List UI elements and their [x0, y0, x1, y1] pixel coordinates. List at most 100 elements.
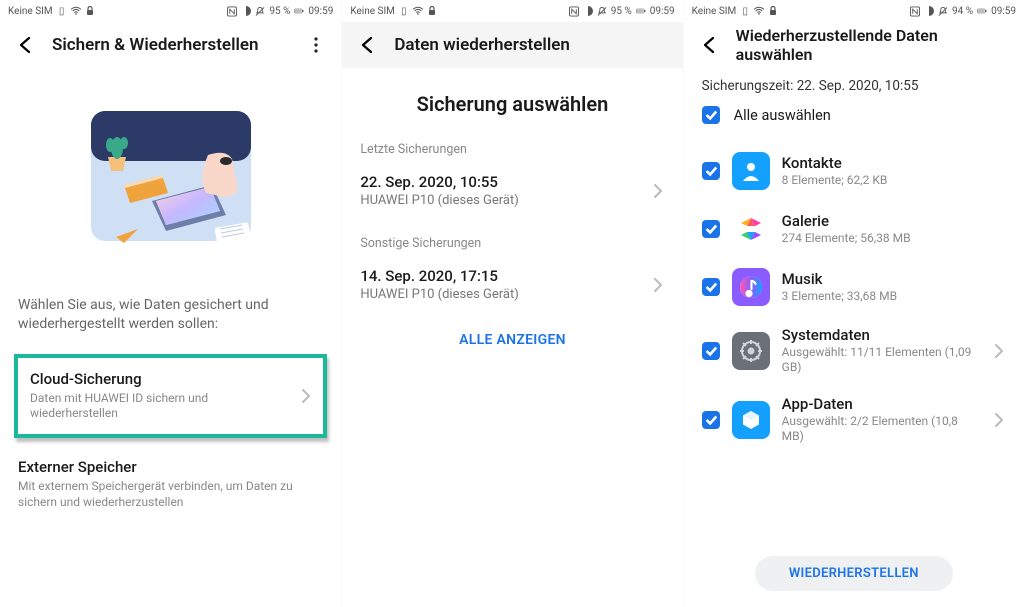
checkbox-icon [702, 278, 720, 296]
lock-icon [427, 6, 437, 16]
gallery-icon [732, 210, 770, 248]
clock-time: 09:59 [650, 6, 675, 17]
backup-row-other[interactable]: 14. Sep. 2020, 17:15 HUAWEI P10 (dieses … [342, 255, 682, 314]
battery-pct: 95 % [269, 6, 290, 17]
status-bar: Keine SIM ▯ 95 % 09:59 [0, 0, 341, 22]
battery-icon [977, 6, 987, 16]
mute-icon [255, 6, 265, 16]
status-bar: Keine SIM ▯ 94 % 09:59 [684, 0, 1024, 22]
item-meta: Ausgewählt: 11/11 Elementen (1,09 GB) [782, 345, 980, 375]
backup-timestamp: Sicherungszeit: 22. Sep. 2020, 10:55 [702, 78, 1006, 94]
recent-backups-label: Letzte Sicherungen [342, 138, 682, 161]
wifi-icon [71, 6, 81, 16]
wifi-icon [413, 6, 423, 16]
nfc-icon [910, 6, 920, 16]
settings-icon [732, 332, 770, 370]
nfc-icon [227, 6, 237, 16]
page-title: Sichern & Wiederherstellen [52, 35, 289, 55]
item-meta: Ausgewählt: 2/2 Elementen (10,8 MB) [782, 414, 980, 444]
clock-time: 09:59 [991, 6, 1016, 17]
page-title: Daten wiederherstellen [394, 35, 668, 55]
dnd-icon [241, 6, 251, 16]
appdata-icon [732, 401, 770, 439]
checkbox-icon [702, 162, 720, 180]
back-button[interactable] [14, 34, 36, 56]
restore-button-wrap: WIEDERHERSTELLEN [684, 544, 1024, 607]
contacts-icon [732, 152, 770, 190]
cloud-backup-title: Cloud-Sicherung [30, 370, 291, 388]
chevron-right-icon [992, 344, 1006, 358]
panel-restore-data: Keine SIM ▯ 95 % 09:59 Daten wiederherst… [341, 0, 682, 607]
backup-device: HUAWEI P10 (dieses Gerät) [360, 287, 650, 302]
item-meta: 274 Elemente; 56,38 MB [782, 231, 1006, 246]
header-select-data: Wiederherzustellende Daten auswählen [684, 22, 1024, 68]
back-button[interactable] [698, 34, 720, 56]
restore-button[interactable]: WIEDERHERSTELLEN [755, 556, 953, 591]
status-bar: Keine SIM ▯ 95 % 09:59 [342, 0, 682, 22]
battery-icon [636, 6, 646, 16]
battery-pct: 95 % [611, 6, 632, 17]
lock-icon [85, 6, 95, 16]
checkbox-icon [702, 342, 720, 360]
dnd-icon [583, 6, 593, 16]
cloud-backup-option[interactable]: Cloud-Sicherung Daten mit HUAWEI ID sich… [14, 354, 327, 438]
battery-icon [294, 6, 304, 16]
external-storage-sub: Mit externem Speichergerät verbinden, um… [18, 479, 323, 510]
external-storage-option[interactable]: Externer Speicher Mit externem Speicherg… [16, 448, 325, 520]
item-name: Systemdaten [782, 326, 980, 344]
other-backups-label: Sonstige Sicherungen [342, 232, 682, 255]
item-music[interactable]: Musik 3 Elemente; 33,68 MB [702, 258, 1006, 316]
sim-status: Keine SIM [8, 6, 53, 17]
chevron-right-icon [992, 413, 1006, 427]
mute-icon [597, 6, 607, 16]
item-name: App-Daten [782, 395, 980, 413]
item-name: Kontakte [782, 154, 1006, 172]
sim-icon: ▯ [740, 6, 750, 16]
lock-icon [768, 6, 778, 16]
backup-date: 22. Sep. 2020, 10:55 [360, 173, 650, 191]
item-gallery[interactable]: Galerie 274 Elemente; 56,38 MB [702, 200, 1006, 258]
select-all-checkbox[interactable]: Alle auswählen [702, 106, 1006, 124]
select-backup-heading: Sicherung auswählen [342, 68, 682, 138]
dnd-icon [924, 6, 934, 16]
sim-status: Keine SIM [692, 6, 737, 17]
backup-date: 14. Sep. 2020, 17:15 [360, 267, 650, 285]
item-meta: 3 Elemente; 33,68 MB [782, 289, 1006, 304]
item-meta: 8 Elemente; 62,2 KB [782, 173, 1006, 188]
music-icon [732, 268, 770, 306]
checkbox-icon [702, 411, 720, 429]
chevron-right-icon [651, 184, 665, 198]
item-contacts[interactable]: Kontakte 8 Elemente; 62,2 KB [702, 142, 1006, 200]
sim-icon: ▯ [57, 6, 67, 16]
back-button[interactable] [356, 34, 378, 56]
sim-status: Keine SIM [350, 6, 395, 17]
header-backup-restore: Sichern & Wiederherstellen [0, 22, 341, 68]
prompt-text: Wählen Sie aus, wie Daten gesichert und … [0, 296, 341, 334]
wifi-icon [754, 6, 764, 16]
chevron-right-icon [299, 389, 313, 403]
nfc-icon [569, 6, 579, 16]
mute-icon [938, 6, 948, 16]
cloud-backup-sub: Daten mit HUAWEI ID sichern und wiederhe… [30, 391, 291, 422]
select-all-label: Alle auswählen [734, 107, 831, 124]
overflow-menu-button[interactable] [305, 34, 327, 56]
chevron-right-icon [651, 278, 665, 292]
sim-icon: ▯ [399, 6, 409, 16]
show-all-button[interactable]: ALLE ANZEIGEN [342, 314, 682, 366]
backup-device: HUAWEI P10 (dieses Gerät) [360, 193, 650, 208]
panel-backup-restore: Keine SIM ▯ 95 % 09:59 Sichern & Wiederh… [0, 0, 341, 607]
item-name: Musik [782, 270, 1006, 288]
checkbox-icon [702, 220, 720, 238]
item-systemdata[interactable]: Systemdaten Ausgewählt: 11/11 Elementen … [702, 316, 1006, 385]
header-restore-data: Daten wiederherstellen [342, 22, 682, 68]
clock-time: 09:59 [308, 6, 333, 17]
item-appdata[interactable]: App-Daten Ausgewählt: 2/2 Elementen (10,… [702, 385, 1006, 454]
external-storage-title: Externer Speicher [18, 458, 323, 476]
checkbox-icon [702, 106, 720, 124]
panel-select-data: Keine SIM ▯ 94 % 09:59 Wiederherzustelle… [683, 0, 1024, 607]
backup-row-recent[interactable]: 22. Sep. 2020, 10:55 HUAWEI P10 (dieses … [342, 161, 682, 220]
illustration [0, 68, 341, 288]
item-name: Galerie [782, 212, 1006, 230]
page-title: Wiederherzustellende Daten auswählen [736, 26, 1010, 64]
battery-pct: 94 % [952, 6, 973, 17]
